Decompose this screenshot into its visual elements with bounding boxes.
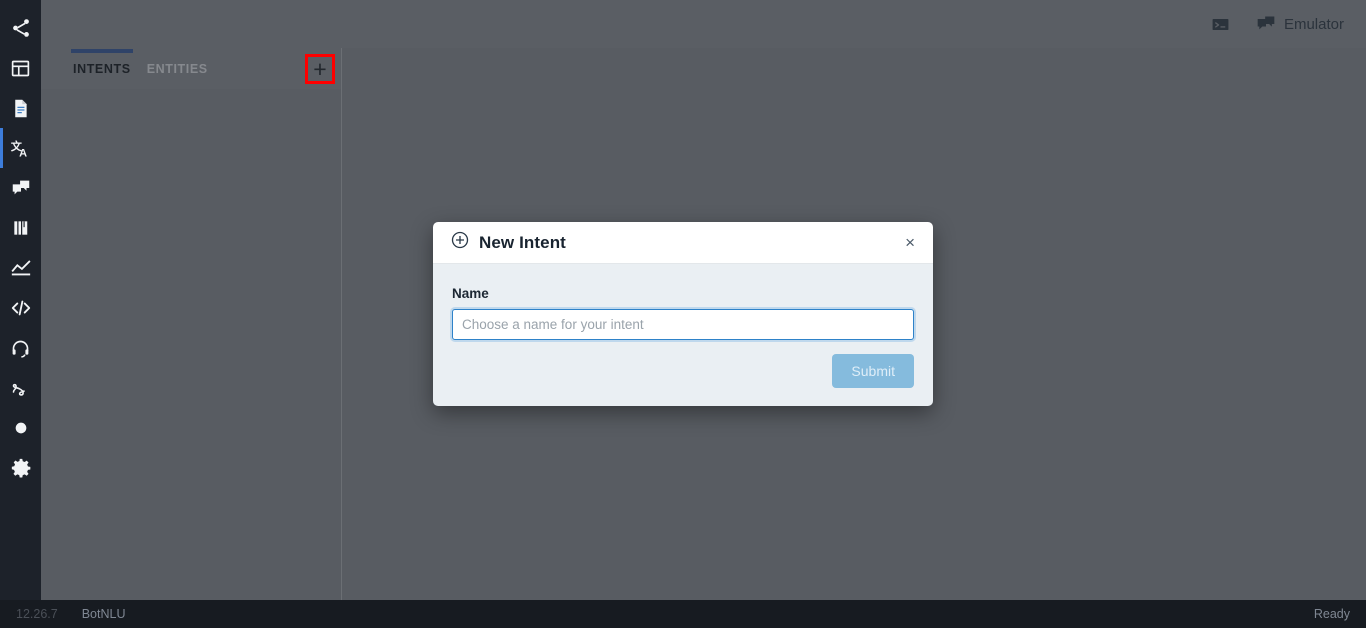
emulator-button[interactable]: Emulator [1256,14,1344,34]
dialog-body: Name [433,264,933,354]
app-window: 文 A Emulator INTENTS ENTITIES + New Inte… [0,0,1366,628]
code-icon [10,297,32,319]
sidebar-item-chat[interactable] [0,168,41,208]
circle-plus-icon [450,230,470,255]
sidebar-item-nlu[interactable]: 文 A [0,128,41,168]
svg-text:A: A [19,147,27,159]
sidebar-item-flows[interactable] [0,368,41,408]
chart-icon [10,257,32,279]
terminal-button[interactable] [1211,15,1230,34]
sidebar-rail: 文 A [0,0,41,600]
tab-entities[interactable]: ENTITIES [139,48,216,89]
close-icon[interactable]: × [903,231,917,254]
flow-icon [10,378,31,399]
translate-icon: 文 A [10,137,32,159]
sidebar-item-document[interactable] [0,88,41,128]
emulator-label: Emulator [1283,15,1344,33]
panel-divider [341,48,342,600]
name-field-label: Name [452,286,489,301]
sidebar-item-share[interactable] [0,8,41,48]
tab-intents[interactable]: INTENTS [65,48,139,89]
sidebar-item-support[interactable] [0,328,41,368]
status-badge: Ready [1313,607,1350,621]
sidebar-item-knowledge[interactable] [0,208,41,248]
top-bar: Emulator [41,0,1366,48]
chat-bubbles-icon [1256,14,1276,34]
document-icon [10,98,31,119]
book-icon [11,218,31,238]
dialog-footer: Submit [433,354,933,406]
project-label: BotNLU [81,607,126,621]
tab-entities-label: ENTITIES [146,61,208,76]
sidebar-item-settings[interactable] [0,448,41,488]
tab-intents-label: INTENTS [73,61,131,76]
gear-icon [10,457,32,479]
share-icon [10,17,32,39]
new-intent-dialog: New Intent × Name Submit [433,222,933,406]
sidebar-item-analytics[interactable] [0,248,41,288]
dialog-title: New Intent [479,232,566,252]
headset-icon [10,338,31,359]
dialog-header: New Intent × [433,222,933,264]
version-label: 12.26.7 [16,607,58,621]
circle-icon [13,420,29,436]
sidebar-item-layout[interactable] [0,48,41,88]
tab-strip: INTENTS ENTITIES [41,48,341,89]
intent-name-input[interactable] [452,309,914,340]
sidebar-item-code[interactable] [0,288,41,328]
intent-list-panel [41,89,341,600]
layout-icon [10,58,31,79]
submit-button[interactable]: Submit [832,354,914,388]
add-intent-button[interactable]: + [305,54,335,84]
terminal-icon [1211,15,1230,34]
sidebar-item-record[interactable] [0,408,41,448]
chat-icon [10,177,32,199]
plus-icon: + [313,55,327,82]
status-bar: 12.26.7 BotNLU Ready [0,600,1366,628]
